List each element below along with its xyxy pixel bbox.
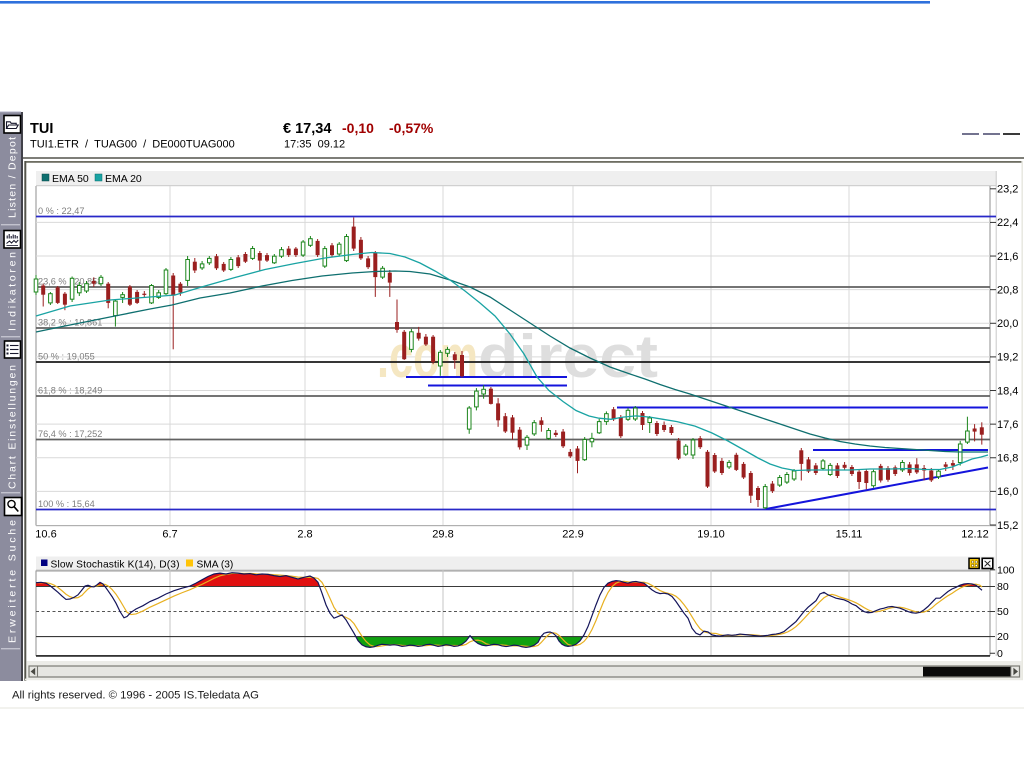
svg-text:Erweiterte Suche: Erweiterte Suche [7,520,19,643]
svg-text:-0,57%: -0,57% [389,120,434,136]
svg-text:38,2 % : 19,861: 38,2 % : 19,861 [38,318,102,328]
svg-text:17:35 09.12: 17:35 09.12 [284,139,345,151]
svg-text:6.7: 6.7 [162,529,177,541]
svg-text:15,2: 15,2 [997,520,1018,532]
svg-text:TUI1.ETR / TUAG00 / DE000T: TUI1.ETR / TUAG00 / DE000TUAG000 [30,139,235,151]
svg-text:€ 17,34: € 17,34 [283,121,331,137]
svg-text:Listen / Depot: Listen / Depot [7,137,19,218]
svg-text:76,4 % : 17,252: 76,4 % : 17,252 [38,429,102,439]
svg-text:21,6: 21,6 [997,251,1018,263]
svg-text:TUI: TUI [30,121,53,137]
svg-text:100 % : 15,64: 100 % : 15,64 [38,499,95,509]
svg-text:16,0: 16,0 [997,486,1018,498]
svg-text:22.9: 22.9 [562,529,583,541]
svg-text:19,2: 19,2 [997,352,1018,364]
svg-text:Chart Einstellungen: Chart Einstellungen [7,365,19,489]
svg-text:18,4: 18,4 [997,385,1018,397]
svg-text:19.10: 19.10 [697,529,725,541]
svg-text:SMA (3): SMA (3) [197,560,234,571]
svg-text:2.8: 2.8 [297,529,312,541]
svg-text:20: 20 [997,631,1009,643]
svg-text:22,4: 22,4 [997,217,1018,229]
svg-text:10.6: 10.6 [35,529,56,541]
svg-text:20,8: 20,8 [997,284,1018,296]
svg-text:17,6: 17,6 [997,419,1018,431]
svg-text:23,2: 23,2 [997,184,1018,196]
svg-text:50 % : 19,055: 50 % : 19,055 [38,352,95,362]
svg-text:20,0: 20,0 [997,318,1018,330]
svg-text:-0,10: -0,10 [342,120,374,136]
svg-text:16,8: 16,8 [997,453,1018,465]
svg-text:Slow Stochastik K(14), D(3): Slow Stochastik K(14), D(3) [51,560,180,571]
svg-text:0: 0 [997,648,1003,660]
svg-text:50: 50 [997,606,1009,618]
svg-text:100: 100 [997,564,1015,576]
svg-text:EMA 20: EMA 20 [105,173,142,185]
svg-text:80: 80 [997,581,1009,593]
svg-text:0 % : 22,47: 0 % : 22,47 [38,206,84,216]
svg-text:61,8 % : 18,249: 61,8 % : 18,249 [38,386,102,396]
svg-text:EMA 50: EMA 50 [52,173,89,185]
svg-text:12.12: 12.12 [961,529,989,541]
svg-text:All rights reserved. © 1996 -: All rights reserved. © 1996 - 2005 IS.Te… [12,690,259,702]
svg-text:15.11: 15.11 [836,529,863,541]
svg-text:29.8: 29.8 [432,529,453,541]
